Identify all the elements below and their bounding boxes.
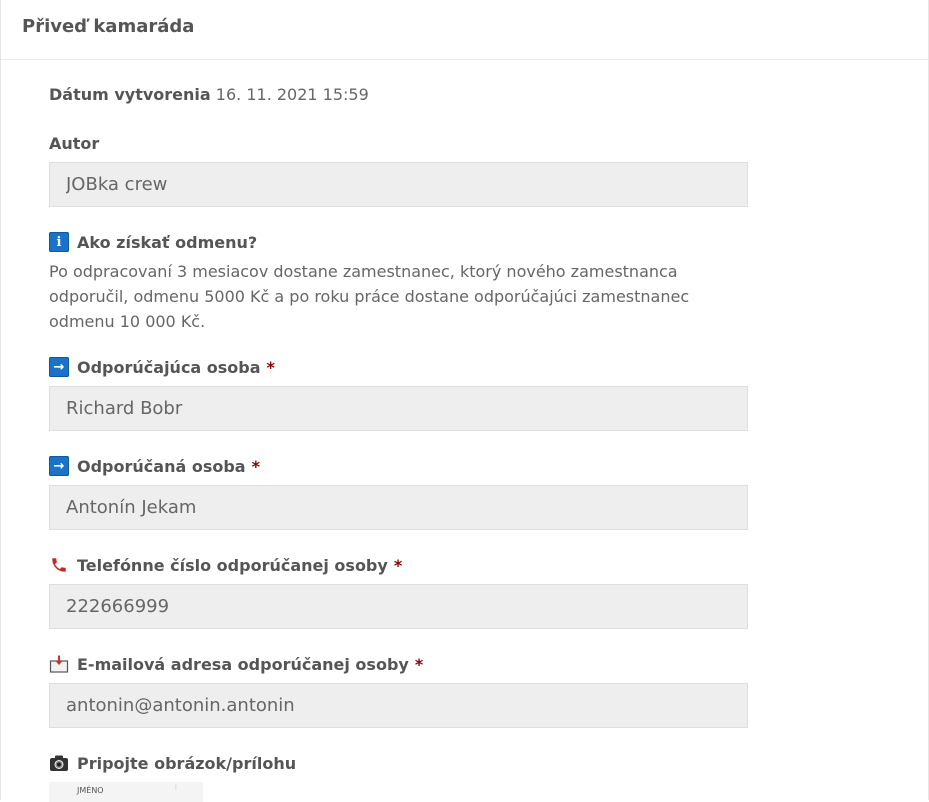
telephone-icon bbox=[49, 555, 69, 575]
attachment-group: Pripojte obrázok/prílohu JMÉNO ⋮ bbox=[49, 752, 748, 802]
card-header: Přiveď kamaráda bbox=[1, 0, 928, 60]
referrer-field[interactable] bbox=[49, 386, 748, 431]
required-marker: * bbox=[266, 357, 275, 377]
author-label-text: Autor bbox=[49, 133, 100, 153]
email-group: E-mailová adresa odporúčanej osoby * bbox=[49, 653, 748, 728]
reward-label: i Ako získať odmenu? bbox=[49, 231, 748, 253]
email-label-text: E-mailová adresa odporúčanej osoby bbox=[77, 654, 409, 674]
created-value: 16. 11. 2021 15:59 bbox=[215, 85, 369, 104]
referred-label-text: Odporúčaná osoba bbox=[77, 456, 246, 476]
author-field[interactable] bbox=[49, 162, 748, 207]
inbox-icon bbox=[49, 654, 69, 674]
form-body: Dátum vytvorenia 16. 11. 2021 15:59 Auto… bbox=[1, 60, 748, 802]
required-marker: * bbox=[393, 555, 403, 575]
thumbnail-marks: ⋮ bbox=[173, 784, 179, 791]
author-group: Autor bbox=[49, 132, 748, 207]
page-title: Přiveď kamaráda bbox=[22, 16, 195, 37]
info-icon: i bbox=[49, 232, 69, 252]
phone-label: Telefónne číslo odporúčanej osoby * bbox=[49, 554, 748, 576]
reward-description: Po odpracovaní 3 mesiacov dostane zamest… bbox=[49, 262, 690, 331]
referred-label: → Odporúčaná osoba * bbox=[49, 455, 748, 477]
form-card: Přiveď kamaráda Dátum vytvorenia 16. 11.… bbox=[0, 0, 929, 802]
phone-label-text: Telefónne číslo odporúčanej osoby bbox=[77, 555, 388, 575]
reward-info: i Ako získať odmenu? Po odpracovaní 3 me… bbox=[49, 231, 748, 334]
attachment-label-text: Pripojte obrázok/prílohu bbox=[77, 753, 297, 773]
referred-field[interactable] bbox=[49, 485, 748, 530]
created-label: Dátum vytvorenia bbox=[49, 85, 211, 104]
phone-field[interactable] bbox=[49, 584, 748, 629]
arrow-right-icon: → bbox=[49, 357, 69, 377]
attachment-label: Pripojte obrázok/prílohu bbox=[49, 752, 748, 774]
required-marker: * bbox=[251, 456, 260, 476]
referrer-group: → Odporúčajúca osoba * bbox=[49, 356, 748, 431]
required-marker: * bbox=[414, 654, 424, 674]
reward-label-text: Ako získať odmenu? bbox=[77, 232, 258, 252]
email-label: E-mailová adresa odporúčanej osoby * bbox=[49, 653, 748, 675]
created-date: Dátum vytvorenia 16. 11. 2021 15:59 bbox=[49, 84, 748, 106]
author-label: Autor bbox=[49, 132, 748, 154]
attachment-thumbnail[interactable]: JMÉNO ⋮ bbox=[49, 782, 203, 802]
camera-icon bbox=[49, 753, 69, 773]
thumbnail-text: JMÉNO bbox=[77, 786, 104, 795]
referrer-label: → Odporúčajúca osoba * bbox=[49, 356, 748, 378]
phone-group: Telefónne číslo odporúčanej osoby * bbox=[49, 554, 748, 629]
referred-group: → Odporúčaná osoba * bbox=[49, 455, 748, 530]
arrow-right-icon: → bbox=[49, 456, 69, 476]
referrer-label-text: Odporúčajúca osoba bbox=[77, 357, 261, 377]
email-field[interactable] bbox=[49, 683, 748, 728]
